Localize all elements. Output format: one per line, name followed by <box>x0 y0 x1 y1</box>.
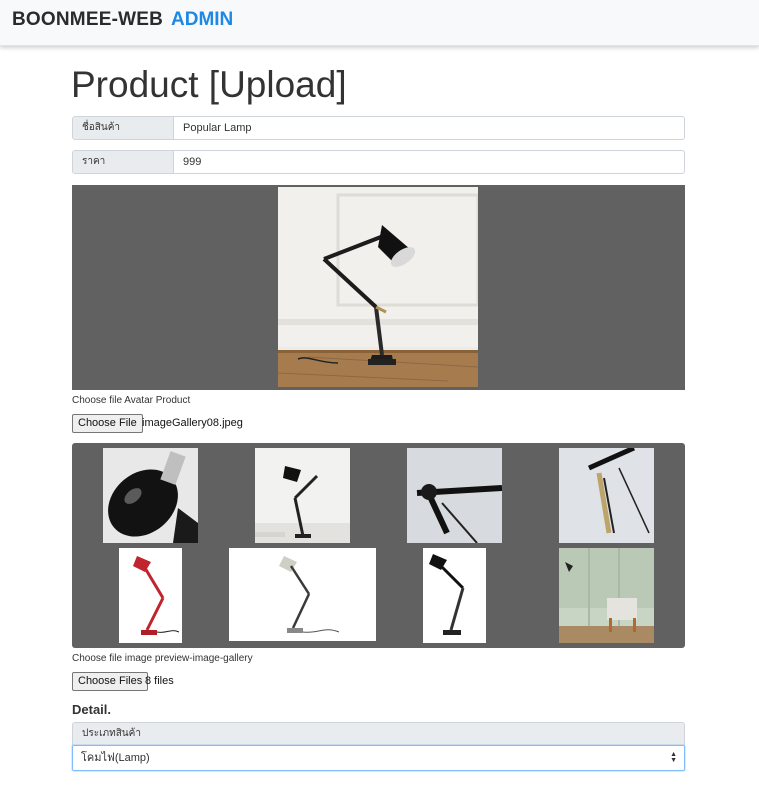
gallery-thumbnail <box>229 548 376 641</box>
admin-link[interactable]: ADMIN <box>171 9 233 31</box>
avatar-choose-file-button[interactable]: Choose File <box>72 414 143 433</box>
product-name-input[interactable]: Popular Lamp <box>174 117 684 139</box>
product-name-group: ชื่อสินค้า Popular Lamp <box>72 116 685 140</box>
gallery-preview-panel <box>72 443 685 648</box>
gallery-file-label: Choose file image preview-image-gallery <box>72 653 253 664</box>
price-input[interactable]: 999 <box>174 151 684 173</box>
product-name-label: ชื่อสินค้า <box>73 117 174 139</box>
category-select[interactable]: โคมไฟ(Lamp) ▲ ▼ <box>72 745 685 771</box>
price-group: ราคา 999 <box>72 150 685 174</box>
brand-logo[interactable]: BOONMEE-WEB <box>12 9 163 31</box>
avatar-file-name: imageGallery08.jpeg <box>142 417 243 429</box>
category-selected-value: โคมไฟ(Lamp) <box>81 752 150 764</box>
gallery-thumbnail <box>407 448 502 543</box>
gallery-thumbnail <box>103 448 198 543</box>
gallery-thumbnail <box>255 448 350 543</box>
navbar: BOONMEE-WEB ADMIN <box>0 0 759 46</box>
gallery-thumbnail <box>119 548 182 643</box>
gallery-choose-files-button[interactable]: Choose Files <box>72 672 149 691</box>
gallery-thumbnail <box>559 448 654 543</box>
price-label: ราคา <box>73 151 174 173</box>
category-label: ประเภทสินค้า <box>72 722 685 745</box>
select-arrows-icon: ▲ ▼ <box>670 751 677 764</box>
page-title: Product [Upload] <box>71 64 347 105</box>
detail-heading: Detail. <box>72 702 112 717</box>
avatar-file-label: Choose file Avatar Product <box>72 395 191 406</box>
avatar-preview-image <box>278 187 478 387</box>
avatar-preview-panel <box>72 185 685 390</box>
gallery-file-count: 8 files <box>145 675 174 687</box>
gallery-thumbnail <box>559 548 654 643</box>
gallery-thumbnail <box>423 548 486 643</box>
